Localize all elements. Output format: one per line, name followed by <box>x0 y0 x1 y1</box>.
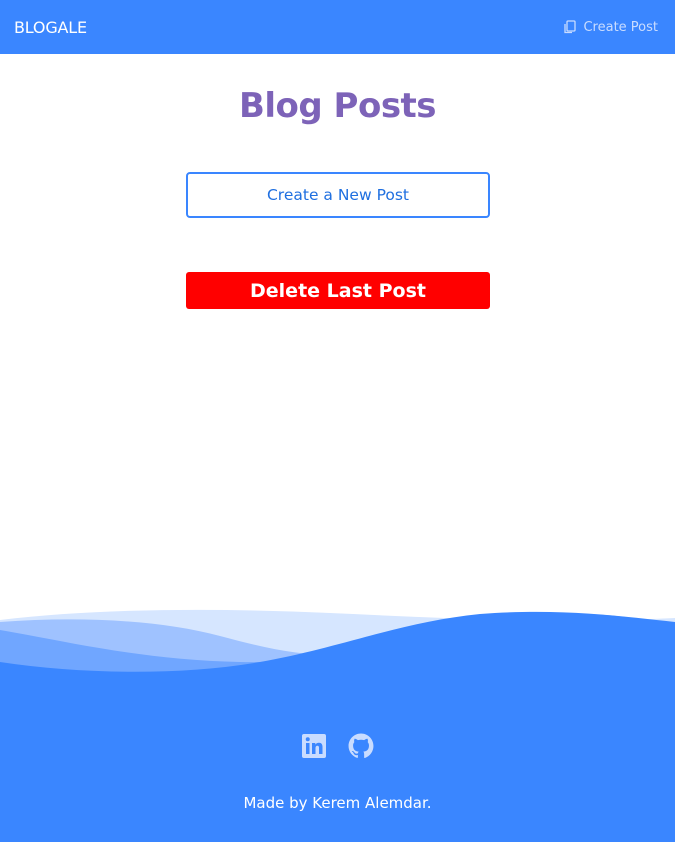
brand-logo[interactable]: BLOGALE <box>14 18 87 37</box>
github-icon[interactable] <box>348 733 374 759</box>
page-title: Blog Posts <box>238 86 437 126</box>
delete-last-post-button[interactable]: Delete Last Post <box>186 272 490 309</box>
footer: Made by Kerem Alemdar. <box>0 702 675 842</box>
footer-credit: Made by Kerem Alemdar. <box>243 794 432 812</box>
social-links <box>0 733 675 759</box>
create-post-nav-label: Create Post <box>583 19 658 35</box>
copy-icon <box>563 20 577 34</box>
create-new-post-button[interactable]: Create a New Post <box>186 172 490 218</box>
create-post-nav-link[interactable]: Create Post <box>563 20 658 35</box>
navbar: BLOGALE Create Post <box>0 0 675 54</box>
linkedin-icon[interactable] <box>301 733 327 759</box>
footer-wave-decoration <box>0 609 675 702</box>
